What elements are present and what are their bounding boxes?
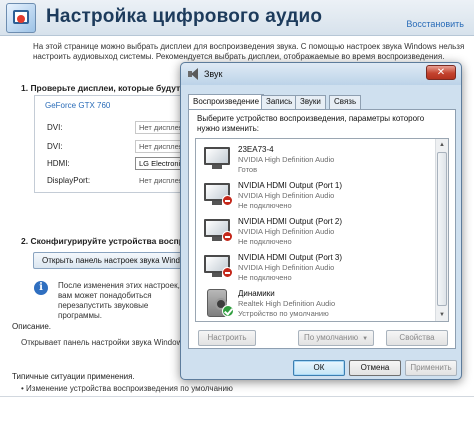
device-name: NVIDIA HDMI Output (Port 1) — [238, 181, 343, 190]
device-status: Готов — [238, 165, 258, 174]
scroll-thumb[interactable] — [437, 152, 447, 306]
close-button[interactable]: ✕ — [426, 65, 456, 80]
monitor-icon — [204, 147, 232, 171]
speaker-default-icon — [204, 289, 234, 317]
scroll-up-icon[interactable]: ▲ — [436, 139, 448, 151]
info-icon: i — [34, 281, 48, 295]
device-name: 23EA73-4 — [238, 145, 274, 154]
device-driver: NVIDIA High Definition Audio — [238, 263, 335, 272]
gpu-name: GeForce GTX 760 — [45, 101, 111, 110]
list-item[interactable]: 23EA73-4 NVIDIA High Definition Audio Го… — [196, 141, 436, 177]
page-title: Настройка цифрового аудио — [46, 6, 323, 27]
tab-sounds[interactable]: Звуки — [295, 95, 326, 109]
device-list: 23EA73-4 NVIDIA High Definition Audio Го… — [195, 138, 449, 322]
info-text: После изменения этих настроек, вам может… — [58, 281, 180, 320]
ok-button[interactable]: ОК — [293, 360, 345, 376]
monitor-disconnected-icon — [204, 183, 233, 207]
list-item[interactable]: NVIDIA HDMI Output (Port 1) NVIDIA High … — [196, 177, 436, 213]
device-status: Не подключено — [238, 201, 292, 210]
tab-panel-playback: Выберите устройство воспроизведения, пар… — [188, 109, 456, 349]
list-item[interactable]: Динамики Realtek High Definition Audio У… — [196, 285, 436, 321]
sound-dialog: Звук ✕ Воспроизведение Запись Звуки Связ… — [180, 62, 462, 380]
typical-usage-label: Типичные ситуации применения. — [12, 372, 135, 381]
cancel-button[interactable]: Отмена — [349, 360, 401, 376]
divider — [0, 396, 474, 397]
device-name: NVIDIA HDMI Output (Port 3) — [238, 253, 343, 262]
tab-recording[interactable]: Запись — [261, 95, 298, 109]
tab-communications[interactable]: Связь — [329, 95, 362, 109]
device-list-scrollbar[interactable]: ▲ ▼ — [435, 139, 448, 321]
monitor-disconnected-icon — [204, 255, 233, 279]
description-text: Открывает панель настройки звука Windows… — [21, 338, 189, 347]
dialog-title: Звук — [204, 69, 223, 79]
device-driver: NVIDIA High Definition Audio — [238, 191, 335, 200]
device-prompt: Выберите устройство воспроизведения, пар… — [197, 114, 425, 133]
device-driver: NVIDIA High Definition Audio — [238, 227, 335, 236]
speaker-icon — [187, 68, 199, 80]
page-header: Настройка цифрового аудио Восстановить — [0, 0, 474, 36]
dialog-titlebar[interactable]: Звук ✕ — [181, 63, 461, 85]
list-item[interactable]: NVIDIA HDMI Output (Port 3) NVIDIA High … — [196, 249, 436, 285]
port-label: DisplayPort: — [47, 176, 91, 185]
set-default-button[interactable]: По умолчанию ▼ — [298, 330, 374, 346]
port-label: DVI: — [47, 123, 63, 132]
scroll-down-icon[interactable]: ▼ — [436, 309, 448, 321]
device-driver: NVIDIA High Definition Audio — [238, 155, 335, 164]
device-status: Не подключено — [238, 273, 292, 282]
chevron-down-icon: ▼ — [362, 336, 369, 342]
device-name: NVIDIA HDMI Output (Port 2) — [238, 217, 343, 226]
port-label: HDMI: — [47, 159, 70, 168]
apply-button[interactable]: Применить — [405, 360, 457, 376]
description-label: Описание. — [12, 322, 52, 331]
restore-defaults-link[interactable]: Восстановить — [406, 19, 464, 29]
tab-playback[interactable]: Воспроизведение — [188, 94, 265, 109]
configure-button[interactable]: Настроить — [198, 330, 256, 346]
properties-button[interactable]: Свойства — [386, 330, 448, 346]
audio-settings-icon — [6, 3, 36, 33]
device-status: Не подключено — [238, 237, 292, 246]
device-name: Динамики — [238, 289, 275, 298]
port-label: DVI: — [47, 142, 63, 151]
gpu-display-panel: GeForce GTX 760 DVI: Нет дисплея DVI: Не… — [34, 95, 197, 193]
device-driver: Realtek High Definition Audio — [238, 299, 336, 308]
monitor-disconnected-icon — [204, 219, 233, 243]
set-default-label: По умолчанию — [303, 333, 359, 342]
open-sound-settings-button[interactable]: Открыть панель настроек звука Windows — [33, 252, 193, 269]
list-item[interactable]: NVIDIA HDMI Output (Port 2) NVIDIA High … — [196, 213, 436, 249]
page-description: На этой странице можно выбрать дисплеи д… — [33, 42, 465, 61]
device-status: Устройство по умолчанию — [238, 309, 329, 318]
typical-usage-item: • Изменение устройства воспроизведения п… — [21, 384, 233, 393]
